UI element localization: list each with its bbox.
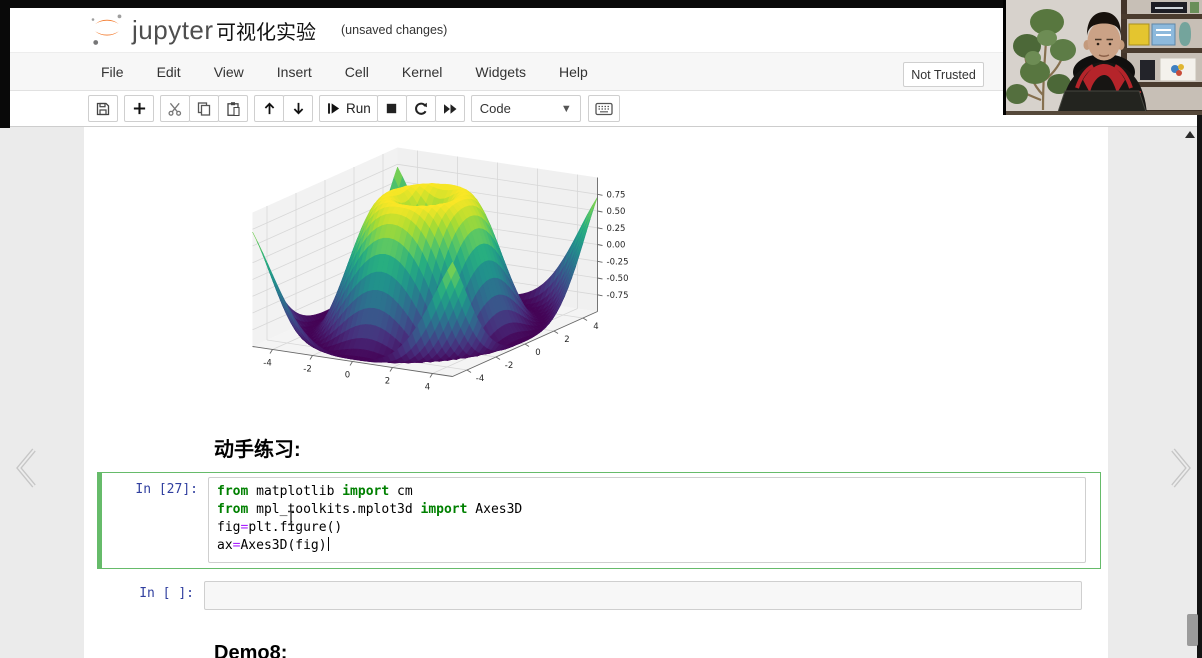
window-left-bar [0,0,10,128]
notebook-title[interactable]: 可视化实验 [216,16,316,45]
move-cell-down-button[interactable] [283,95,313,122]
paste-icon [225,101,241,117]
svg-text:0.50: 0.50 [607,207,626,217]
svg-text:-0.25: -0.25 [607,257,629,267]
webcam-overlay [1003,0,1202,115]
empty-code-input-area[interactable] [204,581,1082,610]
menu-items: FileEditViewInsertCellKernelWidgetsHelp [88,53,608,90]
svg-text:0.25: 0.25 [607,224,626,234]
cut-icon [167,101,183,117]
restart-kernel-button[interactable] [406,95,436,122]
cell-input-prompt: In [27]: [102,473,208,568]
fast-forward-icon [442,101,458,117]
paste-cells-button[interactable] [218,95,248,122]
menu-item-insert[interactable]: Insert [264,55,325,89]
jupyter-logo-text: jupyter [132,15,214,46]
save-icon [95,101,111,117]
code-input-area[interactable]: from matplotlib import cmfrom mpl_toolki… [208,477,1086,563]
menu-item-help[interactable]: Help [546,55,601,89]
empty-code-cell[interactable]: In [ ]: [97,576,1101,616]
surface-plot-svg: -4 -2 0 2 4 -4 -2 0 2 4 0.75 0.50 0.25 0.00 -0.25 -0.50… [228,134,678,404]
copy-cells-button[interactable] [189,95,219,122]
run-icon [326,101,341,116]
menu-item-file[interactable]: File [88,55,137,89]
svg-text:-4: -4 [263,359,271,369]
notebook-page: -4 -2 0 2 4 -4 -2 0 2 4 0.75 0.50 0.25 0.00 -0.25 -0.50… [84,127,1108,658]
move-cell-up-button[interactable] [254,95,284,122]
run-button[interactable]: Run [319,95,378,122]
cell-type-select[interactable]: Code ▼ [471,95,581,122]
trust-status-button[interactable]: Not Trusted [903,62,984,87]
webcam-video [1003,0,1202,115]
svg-text:-4: -4 [476,374,484,384]
scroll-up-arrow-icon[interactable] [1185,131,1195,138]
svg-text:0: 0 [535,348,540,358]
markdown-heading-exercise: 动手练习: [214,433,301,462]
scroll-right-chevron[interactable] [1163,445,1197,491]
run-button-label: Run [346,101,371,116]
desk [1003,111,1202,115]
output-plot-3d-surface: -4 -2 0 2 4 -4 -2 0 2 4 0.75 0.50 0.25 0.00 -0.25 -0.50… [228,134,678,404]
stop-icon [384,101,399,116]
cell-input-prompt-empty: In [ ]: [98,577,204,615]
svg-text:-2: -2 [303,365,311,375]
run-all-below-button[interactable] [435,95,465,122]
cell-type-value: Code [480,101,511,116]
cut-cells-button[interactable] [160,95,190,122]
svg-text:2: 2 [564,335,569,345]
menu-item-kernel[interactable]: Kernel [389,55,455,89]
markdown-heading-demo8: Demo8: [214,642,287,658]
menu-item-view[interactable]: View [201,55,257,89]
keyboard-icon [595,102,613,116]
text-caret [328,537,330,551]
jupyter-logo-icon [88,11,126,49]
right-scrollbar-track[interactable] [1197,115,1202,658]
code-lines: from matplotlib import cmfrom mpl_toolki… [217,483,1077,555]
svg-text:-2: -2 [505,361,513,371]
interrupt-kernel-button[interactable] [377,95,407,122]
scroll-left-chevron[interactable] [10,445,44,491]
move-down-icon [291,101,306,116]
menu-item-edit[interactable]: Edit [144,55,194,89]
svg-text:4: 4 [593,322,598,332]
svg-text:0.75: 0.75 [607,190,626,200]
scrollbar-thumb[interactable] [1187,614,1198,646]
autosave-status: (unsaved changes) [341,23,447,37]
code-cell-27[interactable]: In [27]: from matplotlib import cmfrom m… [97,472,1101,569]
menu-item-widgets[interactable]: Widgets [462,55,539,89]
copy-icon [196,101,212,117]
chevron-down-icon: ▼ [561,103,572,115]
menu-item-cell[interactable]: Cell [332,55,382,89]
svg-text:2: 2 [385,377,390,387]
notebook-container: -4 -2 0 2 4 -4 -2 0 2 4 0.75 0.50 0.25 0.00 -0.25 -0.50… [0,127,1202,658]
save-button[interactable] [88,95,118,122]
laptop [1058,91,1146,112]
command-palette-button[interactable] [588,95,620,122]
jupyter-logo[interactable]: jupyter [88,12,214,48]
insert-cell-below-button[interactable] [124,95,154,122]
restart-kernel-icon [413,101,429,117]
svg-text:0: 0 [345,371,350,381]
add-cell-icon [132,101,147,116]
svg-text:-0.75: -0.75 [607,291,629,301]
move-up-icon [262,101,277,116]
jupyter-window: jupyter 可视化实验 (unsaved changes) FileEdit… [0,0,1202,658]
svg-text:4: 4 [425,383,430,393]
svg-text:-0.50: -0.50 [607,274,629,284]
svg-text:0.00: 0.00 [607,241,626,251]
